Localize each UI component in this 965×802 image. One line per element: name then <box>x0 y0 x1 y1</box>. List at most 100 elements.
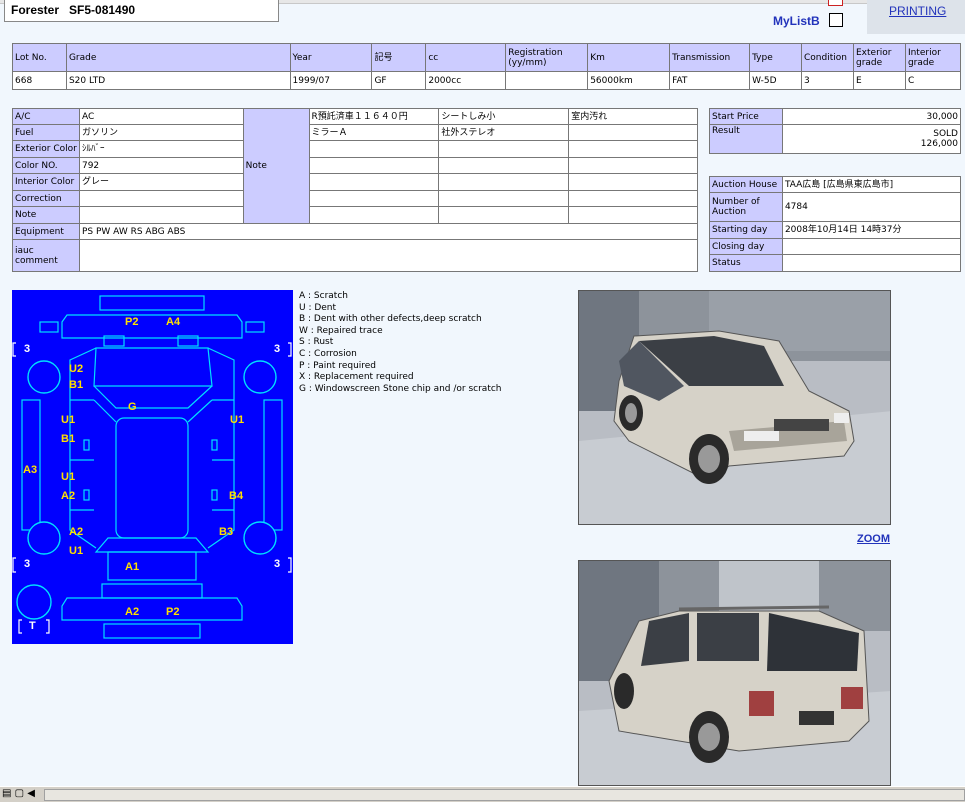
auction-label: Number of Auction <box>709 192 783 222</box>
auction-value: 2008年10月14日 14時37分 <box>781 221 962 239</box>
note-cell: 室内汚れ <box>568 108 698 125</box>
tire-tread-label: 3 <box>274 558 281 570</box>
tire-labels: 3 3 3 3 T <box>12 290 293 644</box>
inspection-diagram: P2 A4 U2 B1 G U1 B1 U1 A3 U1 A2 B4 A2 U1… <box>12 290 293 644</box>
note-cell: R預託済車１１６４０円 <box>308 108 440 125</box>
lot-header: Km <box>587 43 671 72</box>
mylist-checkbox[interactable] <box>829 13 843 27</box>
auction-label: Starting day <box>709 221 783 239</box>
lot-header-row: Lot No. Grade Year 記号 cc Registration (y… <box>12 43 962 72</box>
note-cell <box>568 173 698 191</box>
legend-item: X : Replacement required <box>299 372 414 383</box>
status-bar-icons[interactable]: ▤ ▢ ◀ <box>2 788 35 799</box>
note-cell: 社外ステレオ <box>438 124 570 141</box>
lot-value: 56000km <box>587 71 671 90</box>
lot-value: FAT <box>669 71 751 90</box>
equipment-value: PS PW AW RS ABG ABS <box>78 223 699 240</box>
damage-legend: A : Scratch U : Dent B : Dent with other… <box>299 291 502 395</box>
spare-tire-label: T <box>29 620 36 632</box>
note-cell: ミラーＡ <box>308 124 440 141</box>
note-cell <box>568 140 698 158</box>
lot-header: Year <box>289 43 373 72</box>
start-price-value: 30,000 <box>781 108 962 125</box>
vehicle-title: Forester SF5-081490 <box>4 0 279 22</box>
lot-value: 3 <box>801 71 854 90</box>
note-cell <box>438 206 570 224</box>
auction-table: Auction House TAA広島 [広島県東広島市] Number of … <box>709 176 962 272</box>
result-label: Result <box>709 124 783 154</box>
note-cell <box>568 157 698 174</box>
note-cell <box>438 140 570 158</box>
iauc-comment-value <box>78 239 699 272</box>
lot-value: GF <box>371 71 427 90</box>
tire-tread-label: 3 <box>24 343 31 355</box>
legend-item: S : Rust <box>299 337 334 348</box>
lot-value: S20 LTD <box>65 71 291 90</box>
lot-value: 1999/07 <box>289 71 373 90</box>
note-cell: シートしみ小 <box>438 108 570 125</box>
lot-table: Lot No. Grade Year 記号 cc Registration (y… <box>12 43 962 90</box>
lot-value-row: 668 S20 LTD 1999/07 GF 2000cc 56000km FA… <box>12 71 962 90</box>
detail-value: グレー <box>78 173 244 191</box>
auction-label: Closing day <box>709 238 783 255</box>
detail-value <box>78 206 244 224</box>
result-value: SOLD 126,000 <box>781 124 962 154</box>
lot-header: Grade <box>65 43 291 72</box>
legend-item: G : Windowscreen Stone chip and /or scra… <box>299 383 502 394</box>
detail-value: AC <box>78 108 244 125</box>
lot-header: Registration (yy/mm) <box>505 43 589 72</box>
note-cell <box>568 206 698 224</box>
status-bar: ▤ ▢ ◀ <box>0 786 965 802</box>
detail-label: Interior Color <box>12 173 80 191</box>
start-price-label: Start Price <box>709 108 783 125</box>
lot-value: C <box>904 71 962 90</box>
car-rear-image <box>579 561 890 785</box>
lot-value: 2000cc <box>425 71 507 90</box>
note-cell <box>308 140 440 158</box>
detail-label: Exterior Color <box>12 140 80 158</box>
lot-value: 668 <box>12 71 67 90</box>
note-cell <box>308 206 440 224</box>
detail-label: A/C <box>12 108 80 125</box>
legend-item: P : Paint required <box>299 360 377 371</box>
auction-value <box>781 254 962 272</box>
note-cell <box>308 157 440 174</box>
note-cell <box>438 173 570 191</box>
detail-label: Correction <box>12 190 80 207</box>
auction-label: Auction House <box>709 176 783 193</box>
car-front-image <box>579 291 890 524</box>
lot-header: Condition <box>801 43 854 72</box>
tire-tread-label: 3 <box>24 558 31 570</box>
detail-label: Note <box>12 206 80 224</box>
lot-header: 記号 <box>371 43 427 72</box>
printing-link[interactable]: PRINTING <box>889 4 946 18</box>
legend-item: A : Scratch <box>299 291 348 301</box>
detail-label: Fuel <box>12 124 80 141</box>
horizontal-scrollbar[interactable] <box>44 789 965 801</box>
detail-value <box>78 190 244 207</box>
lot-header: Type <box>749 43 802 72</box>
details-table: A/C AC Note R預託済車１１６４０円 シートしみ小 室内汚れ Fuel… <box>12 108 699 272</box>
red-marker <box>828 0 843 6</box>
lot-value: W-5D <box>749 71 802 90</box>
car-photo-front[interactable] <box>578 290 891 525</box>
lot-header: Interior grade <box>904 43 962 72</box>
iauc-comment-label: iauc comment <box>12 239 80 272</box>
tire-tread-label: 3 <box>274 343 281 355</box>
result-price: 126,000 <box>920 139 958 149</box>
lot-header: Exterior grade <box>852 43 906 72</box>
lot-value <box>505 71 589 90</box>
auction-value: 4784 <box>781 192 962 222</box>
auction-value: TAA広島 [広島県東広島市] <box>781 176 962 193</box>
zoom-link[interactable]: ZOOM <box>857 533 890 545</box>
note-cell <box>308 190 440 207</box>
lot-value: E <box>852 71 906 90</box>
detail-value: ｼﾙﾊﾞｰ <box>78 140 244 158</box>
mylist-label: MyListB <box>773 14 820 28</box>
note-label: Note <box>242 108 310 224</box>
lot-header: Transmission <box>669 43 751 72</box>
auction-value <box>781 238 962 255</box>
car-photo-rear[interactable] <box>578 560 891 786</box>
note-cell <box>438 190 570 207</box>
lot-header: cc <box>425 43 507 72</box>
